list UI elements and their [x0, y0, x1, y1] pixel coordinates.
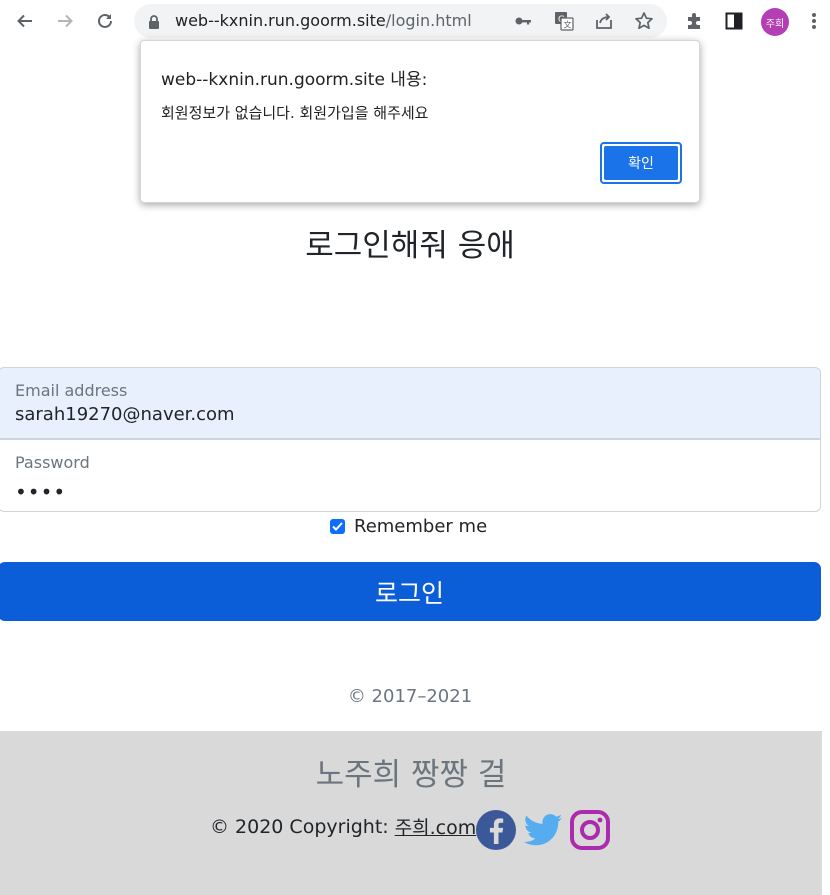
- facebook-icon[interactable]: [475, 809, 517, 851]
- key-icon[interactable]: [511, 9, 535, 33]
- browser-toolbar: web--kxnin.run.goorm.site/login.html G文 …: [0, 0, 830, 44]
- footer-copyright: © 2020 Copyright: 주희.com: [210, 813, 476, 840]
- footer: 노주희 짱짱 걸 © 2020 Copyright: 주희.com: [0, 731, 822, 895]
- email-input[interactable]: sarah19270@naver.com: [15, 404, 795, 425]
- login-button[interactable]: 로그인: [0, 562, 821, 621]
- star-icon[interactable]: [632, 9, 656, 33]
- footer-title: 노주희 짱짱 걸: [315, 757, 507, 793]
- share-icon[interactable]: [592, 9, 616, 33]
- email-label: Email address: [15, 381, 128, 400]
- dialog-ok-label: 확인: [604, 146, 678, 180]
- password-label: Password: [15, 453, 90, 472]
- dialog-message: 회원정보가 없습니다. 회원가입을 해주세요: [161, 104, 429, 122]
- dialog-title: web--kxnin.run.goorm.site 내용:: [161, 70, 428, 90]
- password-input[interactable]: ••••: [15, 480, 66, 504]
- forward-arrow-icon[interactable]: [50, 6, 80, 36]
- url-text[interactable]: web--kxnin.run.goorm.site/login.html: [175, 12, 472, 30]
- translate-icon[interactable]: G文: [552, 9, 576, 33]
- svg-text:文: 文: [564, 20, 572, 30]
- side-panel-icon[interactable]: [719, 6, 749, 36]
- page-copyright: © 2017–2021: [347, 686, 473, 707]
- extensions-icon[interactable]: [679, 6, 709, 36]
- footer-link[interactable]: 주희.com: [395, 813, 477, 840]
- password-field[interactable]: Password ••••: [0, 439, 821, 512]
- remember-label: Remember me: [354, 516, 488, 537]
- twitter-icon[interactable]: [522, 809, 564, 851]
- back-arrow-icon[interactable]: [10, 6, 40, 36]
- footer-copyright-text: © 2020 Copyright:: [210, 815, 389, 838]
- page-title: 로그인해줘 응애: [305, 228, 515, 264]
- menu-icon[interactable]: [799, 6, 829, 36]
- lock-icon[interactable]: [148, 14, 160, 33]
- alert-dialog: web--kxnin.run.goorm.site 내용: 회원정보가 없습니다…: [140, 40, 700, 203]
- dialog-ok-button[interactable]: 확인: [600, 142, 682, 184]
- remember-checkbox[interactable]: [330, 519, 345, 534]
- profile-avatar[interactable]: 주희: [761, 8, 789, 36]
- address-bar[interactable]: web--kxnin.run.goorm.site/login.html G文: [134, 4, 667, 38]
- instagram-icon[interactable]: [569, 809, 611, 851]
- reload-icon[interactable]: [90, 6, 120, 36]
- email-field[interactable]: Email address sarah19270@naver.com: [0, 367, 821, 439]
- remember-me[interactable]: Remember me: [330, 516, 487, 537]
